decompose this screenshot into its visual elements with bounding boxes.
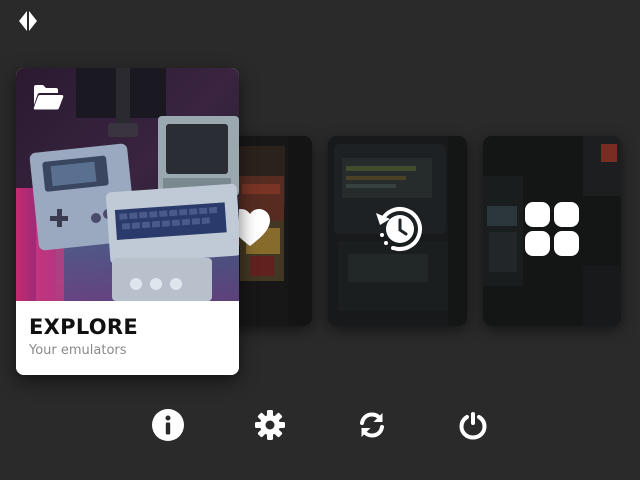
refresh-icon [360,412,384,438]
gear-icon [255,410,285,440]
settings-button[interactable] [252,407,288,443]
home-screen: EXPLORE Your emulators [0,0,640,480]
apps-card[interactable] [483,136,621,326]
info-button[interactable] [150,407,186,443]
power-icon [459,412,487,440]
explore-subtitle: Your emulators [29,343,127,358]
folder-open-icon [32,83,64,111]
explore-card[interactable]: EXPLORE Your emulators [16,68,239,375]
explore-title: EXPLORE [29,315,139,339]
update-button[interactable] [354,407,390,443]
power-button[interactable] [455,407,491,443]
info-icon [152,409,184,441]
history-card[interactable] [328,136,467,326]
history-clock-icon [368,199,428,263]
explore-card-label: EXPLORE Your emulators [16,301,239,375]
app-logo-icon [17,10,39,32]
apps-grid-icon [524,201,580,261]
